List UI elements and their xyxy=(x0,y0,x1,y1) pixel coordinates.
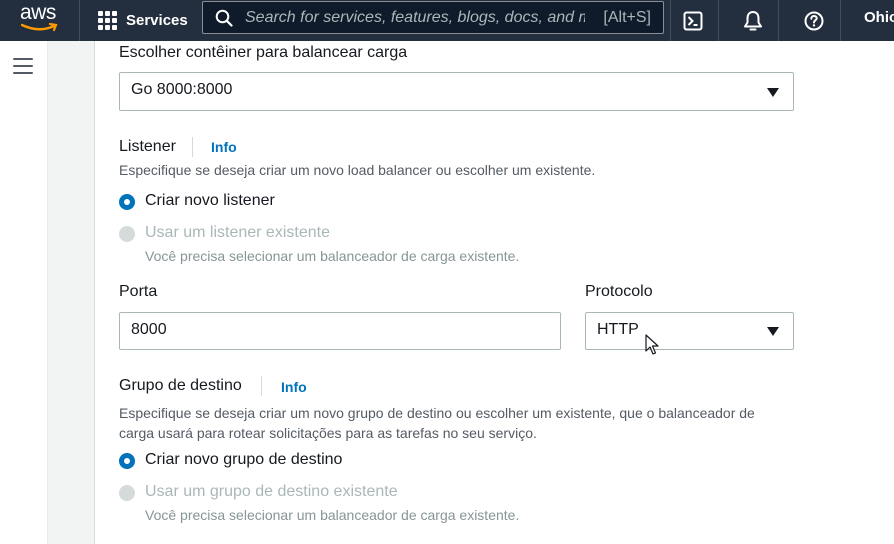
services-label: Services xyxy=(126,12,188,29)
caret-down-icon xyxy=(767,88,779,97)
protocol-select[interactable]: HTTP xyxy=(585,312,794,350)
port-value: 8000 xyxy=(131,321,167,338)
listener-title: Listener xyxy=(119,138,176,155)
help-button[interactable] xyxy=(794,0,834,41)
listener-info-link[interactable]: Info xyxy=(211,139,237,155)
listener-existing-radio[interactable] xyxy=(119,226,135,242)
nav-divider xyxy=(840,0,841,41)
listener-new-label[interactable]: Criar novo listener xyxy=(145,192,275,210)
container-select[interactable]: Go 8000:8000 xyxy=(119,72,794,111)
cloudshell-icon xyxy=(683,11,703,30)
target-group-existing-hint: Você precisa selecionar um balanceador d… xyxy=(145,507,520,523)
listener-new-radio[interactable] xyxy=(119,194,135,210)
services-menu-button[interactable]: Services xyxy=(98,0,188,41)
target-group-title: Grupo de destino xyxy=(119,377,242,394)
nav-divider xyxy=(670,0,671,41)
nav-divider xyxy=(718,0,719,41)
cloudshell-button[interactable] xyxy=(673,0,713,41)
protocol-label: Protocolo xyxy=(585,283,653,300)
protocol-value: HTTP xyxy=(597,321,639,338)
side-rail xyxy=(0,41,47,544)
nav-divider xyxy=(79,0,80,41)
listener-existing-label[interactable]: Usar um listener existente xyxy=(145,224,330,242)
notifications-button[interactable] xyxy=(733,0,773,41)
bell-icon xyxy=(744,10,762,30)
port-input[interactable]: 8000 xyxy=(119,312,561,350)
aws-logo[interactable]: aws xyxy=(20,1,60,34)
target-group-new-label[interactable]: Criar novo grupo de destino xyxy=(145,451,342,469)
listener-existing-hint: Você precisa selecionar um balanceador d… xyxy=(145,248,520,264)
search-icon xyxy=(215,9,233,27)
caret-down-icon xyxy=(767,327,779,336)
aws-smile-icon xyxy=(21,23,58,32)
menu-toggle-icon[interactable] xyxy=(13,58,33,74)
nav-divider xyxy=(778,0,779,41)
grid-icon xyxy=(98,10,118,31)
info-divider xyxy=(192,137,193,157)
search-shortcut-hint: [Alt+S] xyxy=(603,9,651,26)
search-placeholder: Search for services, features, blogs, do… xyxy=(245,9,585,26)
target-group-new-radio[interactable] xyxy=(119,453,135,469)
region-selector[interactable]: Ohio xyxy=(864,9,894,26)
container-select-label: Escolher contêiner para balancear carga xyxy=(119,44,408,61)
container-select-value: Go 8000:8000 xyxy=(131,81,233,98)
target-group-existing-label[interactable]: Usar um grupo de destino existente xyxy=(145,483,398,501)
help-icon xyxy=(804,11,824,30)
target-group-existing-radio[interactable] xyxy=(119,485,135,501)
target-group-description-1: Especifique se deseja criar um novo grup… xyxy=(119,405,755,421)
top-navigation: aws Services Search for services, featur… xyxy=(0,0,894,41)
search-input[interactable]: Search for services, features, blogs, do… xyxy=(202,1,664,34)
mouse-pointer-icon xyxy=(645,334,659,355)
port-label: Porta xyxy=(119,283,158,300)
aws-logo-text: aws xyxy=(20,1,56,24)
navigation-gutter xyxy=(47,41,95,544)
listener-description: Especifique se deseja criar um novo load… xyxy=(119,162,596,178)
target-group-description-2: carga usará para rotear solicitações par… xyxy=(119,425,537,441)
info-divider xyxy=(261,376,262,396)
target-group-info-link[interactable]: Info xyxy=(281,379,307,395)
